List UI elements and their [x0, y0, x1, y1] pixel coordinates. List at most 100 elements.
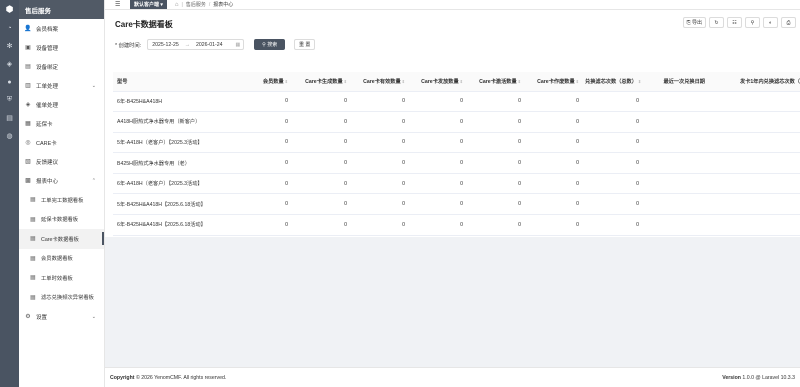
theme-button[interactable]: ◐ — [763, 17, 778, 28]
created-time-label: * 创建时间: — [115, 42, 142, 49]
sidebar-item-icon: ▦ — [25, 121, 31, 127]
sidebar-subitem-label: 延保卡数据看板 — [41, 217, 79, 224]
column-header[interactable]: Care卡激活数量⇕ — [466, 72, 524, 92]
user-icon[interactable]: ● — [0, 73, 19, 91]
table-cell — [708, 91, 800, 113]
date-start[interactable]: 2025-12-25 — [152, 42, 179, 48]
sidebar-item-0[interactable]: 👤 会员档案 — [19, 19, 104, 38]
home-icon[interactable]: ⌂ — [175, 2, 179, 8]
search-button[interactable]: ⚲ 搜索 — [254, 39, 286, 50]
table-row[interactable]: 6年-B425H&A418H 0 0 0 0 0 0 0 — [113, 91, 800, 113]
dashboard-icon[interactable]: ◔ — [0, 19, 19, 37]
table-cell: 0 — [466, 152, 524, 174]
table-cell: 0 — [291, 193, 350, 216]
logo-cube-icon[interactable]: ⬢ — [0, 0, 19, 19]
sidebar-item-5[interactable]: ▦ 延保卡 — [19, 114, 104, 133]
sidebar-subitem-label: 工单时效看板 — [41, 275, 73, 282]
chevron-icon: ⌄ — [91, 82, 96, 89]
sidebar-item-1[interactable]: ▣ 设备管理 — [19, 38, 104, 57]
sidebar-item-7[interactable]: ▧ 反馈建议 — [19, 152, 104, 171]
sidebar-subitem-2[interactable]: ▦ Care卡数据看板 — [19, 229, 104, 249]
column-header[interactable]: Care卡有效数量⇕ — [350, 72, 408, 92]
sidebar-subitem-5[interactable]: ▦ 滤芯兑换频次异常看板 — [19, 288, 104, 308]
table-row[interactable]: 5年-A418H（老客户）【2025.3活动】 0 0 0 0 0 0 0 — [113, 132, 800, 154]
table-cell: 5年-B425H&A418H【2025.6.18活动】 — [113, 193, 233, 216]
column-header[interactable]: 最近一次兑换日期 — [642, 72, 708, 92]
table-row[interactable]: A418H厨热式净水器专用（新客户） 0 0 0 0 0 0 0 — [113, 111, 800, 133]
table-cell: 0 — [291, 214, 350, 236]
print-button[interactable]: ⎙ — [781, 17, 796, 28]
column-header[interactable]: 发卡1年内兑换滤芯次数（ — [708, 72, 800, 92]
date-range-arrow: → — [184, 41, 190, 48]
table-cell: 0 — [408, 152, 466, 174]
sidebar-item-label: 会员档案 — [36, 26, 59, 33]
sort-icon[interactable]: ⇕ — [285, 79, 288, 84]
sidebar-item-3[interactable]: ▥ 工单处理 ⌄ — [19, 76, 104, 95]
table-cell: 0 — [350, 132, 408, 154]
table-cell — [642, 111, 708, 133]
table-cell: A418H厨热式净水器专用（新客户） — [113, 111, 233, 133]
puzzle-icon[interactable]: ✻ — [0, 37, 19, 55]
date-end[interactable]: 2026-01-24 — [196, 42, 223, 48]
column-header[interactable]: 型号 — [113, 72, 233, 92]
columns-button[interactable]: ☷ — [727, 17, 742, 28]
reset-button[interactable]: 重 置 — [294, 39, 316, 50]
table-row[interactable]: 6年-A418H（老客户）【2025.3活动】 0 0 0 0 0 0 0 — [113, 173, 800, 195]
table-cell: 0 — [233, 91, 291, 113]
sidebar-item-6[interactable]: ◎ CARE卡 — [19, 133, 104, 152]
sidebar-subitem-label: Care卡数据看板 — [41, 236, 79, 243]
search-icon: ⚲ — [750, 19, 755, 26]
shield-icon[interactable]: ⛨ — [0, 91, 19, 109]
sidebar-subitem-4[interactable]: ▦ 工单时效看板 — [19, 268, 104, 288]
sidebar-item-2[interactable]: ▤ 设备绑定 — [19, 57, 104, 76]
list-icon[interactable]: ▤ — [0, 109, 19, 127]
sidebar-item-icon: ◈ — [25, 102, 31, 108]
layers-icon[interactable]: ◈ — [0, 55, 19, 73]
calendar-icon: ▦ — [235, 41, 241, 48]
date-range-picker[interactable]: 2025-12-25 → 2026-01-24 ▦ — [147, 39, 245, 50]
menu-toggle-icon[interactable]: ☰ — [115, 1, 124, 8]
table-cell: 0 — [233, 193, 291, 216]
table-toolbar: ⎘ 导出 ↻ ☷ ⚲ ◐ ⎙ — [682, 17, 796, 28]
sort-icon[interactable]: ⇕ — [638, 79, 641, 84]
sort-icon[interactable]: ⇕ — [518, 79, 521, 84]
sidebar-subitem-label: 会员数据看板 — [41, 256, 73, 263]
sidebar-subitem-label: 滤芯兑换频次异常看板 — [41, 295, 94, 302]
sidebar-item-icon: ▥ — [25, 83, 31, 89]
search-toggle-button[interactable]: ⚲ — [745, 17, 760, 28]
sort-icon[interactable]: ⇕ — [402, 79, 405, 84]
breadcrumb-item-service[interactable]: 售后服务 — [186, 1, 206, 8]
column-header[interactable]: Care卡作废数量⇕ — [524, 72, 582, 92]
table-row[interactable]: 5年-B425H&A418H【2025.6.18活动】 0 0 0 0 0 0 0 — [113, 193, 800, 216]
client-dropdown-label: 默认客户端 — [134, 2, 160, 8]
export-button[interactable]: ⎘ 导出 — [682, 17, 706, 28]
sidebar-subitem-1[interactable]: ▦ 延保卡数据看板 — [19, 210, 104, 230]
sidebar-item-label: 设备管理 — [36, 45, 59, 52]
column-header-label: 发卡1年内兑换滤芯次数（ — [740, 78, 800, 85]
client-dropdown[interactable]: 默认客户端 ▾ — [130, 0, 167, 9]
sort-icon[interactable]: ⇕ — [344, 79, 347, 84]
sidebar-item-settings[interactable]: ⚙ 设置 ⌄ — [19, 307, 104, 326]
column-header[interactable]: 兑换滤芯次数（总数）⇕ — [582, 72, 642, 92]
column-header[interactable]: Care卡生成数量⇕ — [291, 72, 350, 92]
sidebar-item-label: 延保卡 — [36, 121, 53, 128]
sort-icon[interactable]: ⇕ — [576, 79, 579, 84]
column-header-label: Care卡有效数量 — [363, 78, 401, 85]
sort-icon[interactable]: ⇕ — [460, 79, 463, 84]
sidebar-item-8[interactable]: ▩ 报表中心 ⌃ — [19, 171, 104, 190]
table-cell: 0 — [466, 214, 524, 236]
refresh-icon: ↻ — [714, 19, 719, 26]
table-row[interactable]: B425H厨热式净水器专用（老） 0 0 0 0 0 0 0 — [113, 152, 800, 174]
sidebar-item-icon: ▣ — [25, 45, 31, 51]
table-row[interactable]: 6年-B425H&A418H【2025.6.18活动】 0 0 0 0 0 0 0 — [113, 214, 800, 236]
sidebar-subitem-0[interactable]: ▦ 工单完工数据看板 — [19, 190, 104, 210]
column-header[interactable]: Care卡发放数量⇕ — [408, 72, 466, 92]
refresh-button[interactable]: ↻ — [709, 17, 724, 28]
dashboard-grid-icon: ▦ — [30, 236, 36, 243]
sidebar-subitem-3[interactable]: ▦ 会员数据看板 — [19, 249, 104, 269]
sidebar-item-4[interactable]: ◈ 催单处理 — [19, 95, 104, 114]
column-header[interactable]: 会员数量⇕ — [233, 72, 291, 92]
table-cell: 0 — [408, 214, 466, 236]
column-header-label: Care卡作废数量 — [537, 78, 575, 85]
globe-icon[interactable]: ◍ — [0, 127, 19, 145]
